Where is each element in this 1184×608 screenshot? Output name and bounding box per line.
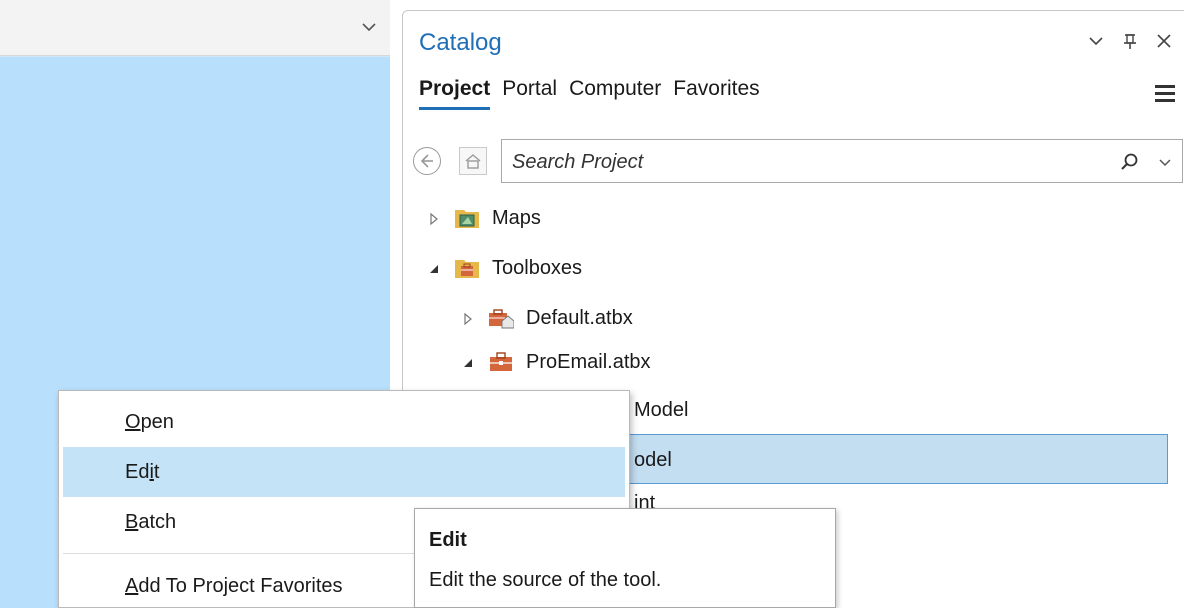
menu-item-label: Open [125,410,174,433]
catalog-title: Catalog [419,29,502,56]
tree-item-model-selected[interactable]: odel [634,438,672,482]
tooltip: Edit Edit the source of the tool. [414,508,836,608]
tab-computer[interactable]: Computer [569,77,661,110]
back-arrow-icon[interactable] [413,147,441,175]
tree-item-maps[interactable]: Maps [426,196,541,240]
expand-arrow-icon[interactable] [460,310,476,326]
tree-item-proemail-toolbox[interactable]: ProEmail.atbx [460,340,651,384]
tree-item-label: Model [634,398,689,421]
tree-item-label: Default.atbx [526,306,633,329]
hamburger-menu-icon[interactable] [1154,83,1176,103]
collapse-arrow-icon[interactable] [426,260,442,276]
tree-item-default-toolbox[interactable]: Default.atbx [460,296,633,340]
chevron-down-icon[interactable] [1158,156,1172,168]
pane-controls [1086,31,1174,51]
menu-item-label: Edit [125,460,160,483]
tooltip-description: Edit the source of the tool. [429,569,662,591]
search-row [413,139,1184,183]
tree-item-label: Maps [492,206,541,229]
tree-item-model[interactable]: Model [634,388,688,432]
menu-item-label: Batch [125,510,177,533]
toolbox-icon [488,351,514,373]
maps-folder-icon [454,207,480,229]
close-icon[interactable] [1154,31,1174,51]
tree-item-script[interactable]: int [634,486,655,510]
tree-item-toolboxes[interactable]: Toolboxes [426,246,582,290]
search-icon[interactable] [1120,152,1140,172]
tree-item-label: Toolboxes [492,256,583,279]
default-toolbox-icon [488,307,515,329]
tree-item-label: odel [634,448,672,471]
menu-item-label: Add To Project Favorites [125,574,343,597]
menu-item-open[interactable]: Open [63,397,625,447]
expand-arrow-icon[interactable] [426,210,442,226]
tab-project[interactable]: Project [419,77,491,110]
menu-item-edit[interactable]: Edit [63,447,625,497]
search-field [501,139,1183,183]
search-input[interactable] [512,148,1072,176]
map-pane-header [0,0,390,56]
pin-icon[interactable] [1120,31,1140,51]
tooltip-title: Edit [429,529,467,551]
toolboxes-folder-icon [454,257,480,279]
home-icon[interactable] [459,147,487,175]
tab-favorites[interactable]: Favorites [673,77,759,110]
tab-portal[interactable]: Portal [502,77,557,110]
chevron-down-icon[interactable] [1086,31,1106,51]
selected-tree-row[interactable] [596,434,1168,484]
collapse-arrow-icon[interactable] [460,354,476,370]
tree-item-label: ProEmail.atbx [526,350,651,373]
catalog-tabs: Project Portal Computer Favorites [419,77,760,110]
chevron-down-icon[interactable] [360,20,378,34]
